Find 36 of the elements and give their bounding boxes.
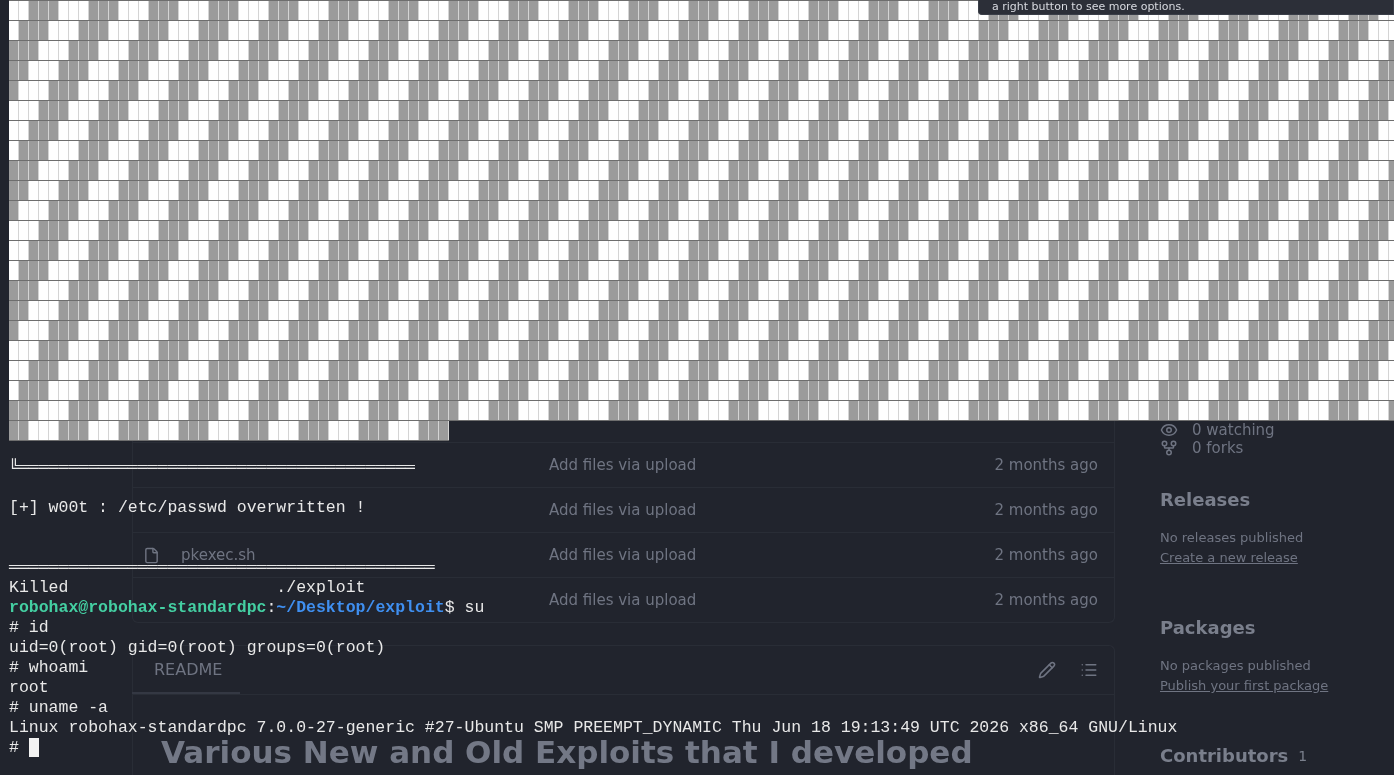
fork-icon — [1160, 439, 1178, 457]
terminal-output-line: [+] w00t : /etc/passwd overwritten ! — [9, 498, 366, 517]
file-icon — [143, 546, 160, 564]
commit-message: Add files via upload — [549, 501, 698, 519]
terminal-output-line: Killed ./exploit — [9, 578, 366, 597]
terminal-output-line: root — [9, 678, 49, 697]
readme-heading: Various New and Old Exploits that I developed — [161, 735, 974, 769]
commit-time: 2 months ago — [994, 591, 1098, 609]
terminal-output-line: # id — [9, 618, 49, 637]
section-note: No packages published — [1160, 657, 1312, 675]
section-title: Contributors — [1160, 744, 1289, 768]
commit-message: Add files via upload — [549, 546, 698, 564]
contributor-count: 1 — [1298, 747, 1308, 766]
terminal-output-line: Linux robohax-standardpc 7.0.0-27-generic #27-Ubuntu SMP PREEMPT_DYNAMIC Thu Jun 18 19:13:49 UTC 2026 x86_64 GNU/Linux — [9, 718, 1178, 737]
tooltip-text: a right button to see more options. — [978, 0, 1394, 15]
section-note: No releases published — [1160, 529, 1305, 547]
box-rule-line: ╚════════════════════════════════════════ — [9, 458, 415, 477]
commit-message: Add files via upload — [549, 456, 698, 474]
pencil-icon[interactable] — [1038, 661, 1056, 679]
repo-stat: 0 watching — [1192, 421, 1275, 439]
eye-icon — [1160, 421, 1178, 439]
section-link[interactable]: Create a new release — [1160, 548, 1298, 568]
text-cursor — [28, 738, 39, 757]
commit-time: 2 months ago — [994, 501, 1098, 519]
commit-time: 2 months ago — [994, 546, 1098, 564]
section-title: Packages — [1160, 616, 1256, 640]
root-prompt: # — [9, 738, 19, 758]
repo-stat: 0 forks — [1192, 439, 1244, 457]
terminal-output-line: # uname -a — [9, 698, 109, 717]
commit-message: Add files via upload — [549, 591, 698, 609]
commit-time: 2 months ago — [994, 456, 1098, 474]
list-icon[interactable] — [1080, 661, 1098, 679]
section-link[interactable]: Publish your first package — [1160, 676, 1329, 696]
shell-prompt-line: robohax@robohax-standardpc:~/Desktop/exploit$ su — [9, 598, 485, 617]
section-title: Releases — [1160, 488, 1251, 512]
terminal-output-line: # whoami — [9, 658, 89, 677]
